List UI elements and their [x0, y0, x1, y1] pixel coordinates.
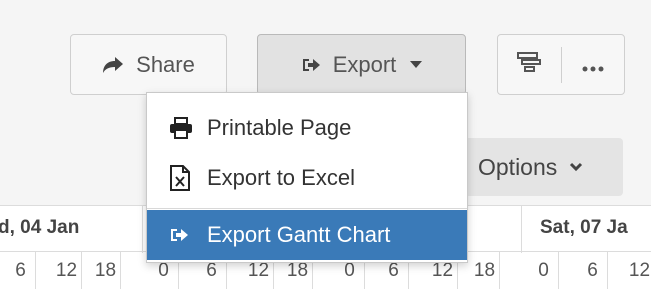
export-dropdown-menu: Printable Page Export to Excel Export Ga… — [146, 92, 468, 263]
export-label: Export — [332, 51, 397, 77]
options-button[interactable]: Options — [460, 138, 623, 196]
hour-cell: 0 — [529, 252, 559, 289]
export-button[interactable]: Export — [257, 34, 466, 95]
export-icon — [169, 226, 195, 244]
menu-item-export-gantt-chart[interactable]: Export Gantt Chart — [147, 210, 467, 260]
export-icon — [301, 56, 321, 74]
day-divider — [142, 206, 143, 253]
menu-item-export-excel[interactable]: Export to Excel — [147, 152, 467, 204]
day-label: Sat, 07 Ja — [540, 217, 628, 238]
share-label: Share — [136, 51, 195, 77]
chevron-down-icon — [569, 162, 583, 172]
menu-item-label: Printable Page — [207, 115, 352, 140]
share-arrow-icon — [102, 56, 124, 74]
caret-down-icon — [410, 60, 423, 69]
menu-item-label: Export to Excel — [207, 165, 355, 190]
hour-cell: 6 — [578, 252, 608, 289]
hour-cell: 18 — [91, 252, 121, 289]
menu-item-label: Export Gantt Chart — [207, 222, 391, 247]
hour-cell: 6 — [6, 252, 36, 289]
hour-cell: 18 — [470, 252, 500, 289]
excel-file-icon — [169, 165, 195, 191]
menu-divider — [147, 208, 467, 209]
layout-toggle-button[interactable] — [498, 35, 561, 94]
share-button[interactable]: Share — [70, 34, 227, 95]
view-button-group — [497, 34, 625, 95]
print-icon — [169, 117, 195, 139]
gantt-layout-icon — [517, 51, 542, 79]
day-label: d, 04 Jan — [0, 217, 80, 238]
hour-cell: 12 — [625, 252, 651, 289]
more-button[interactable] — [562, 35, 625, 94]
more-dots-icon — [582, 52, 604, 78]
day-divider — [521, 206, 522, 253]
options-label: Options — [478, 153, 558, 180]
hour-cell: 12 — [52, 252, 82, 289]
menu-item-printable-page[interactable]: Printable Page — [147, 102, 467, 154]
